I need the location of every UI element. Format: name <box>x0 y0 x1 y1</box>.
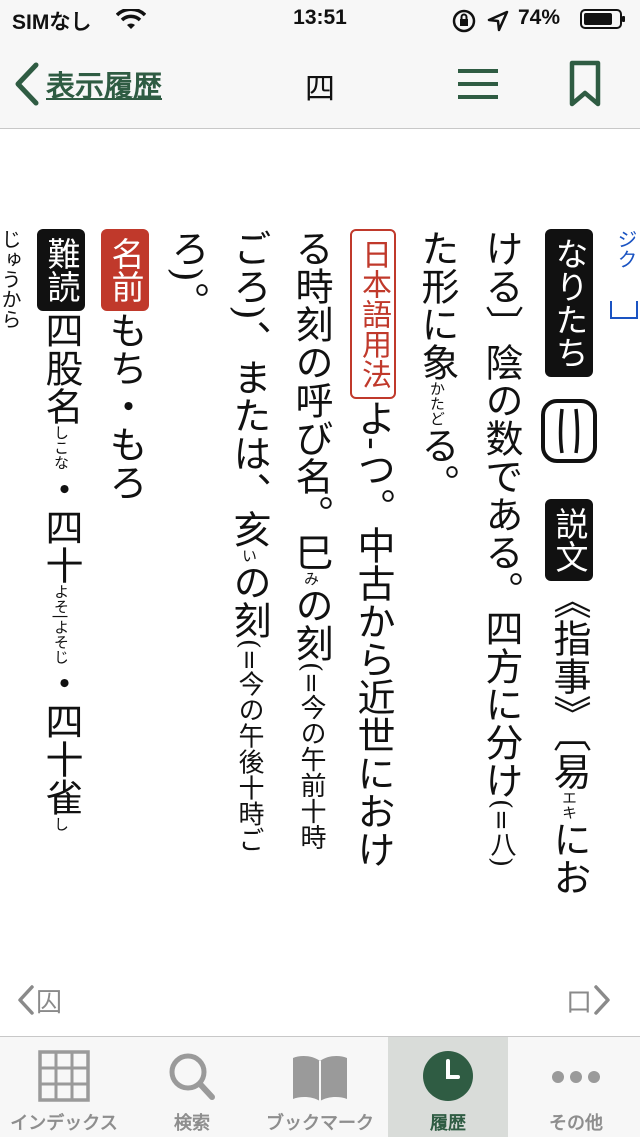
next-entry-button[interactable]: 口 <box>566 980 612 1020</box>
menu-icon[interactable] <box>456 66 500 102</box>
dictionary-entry: ジク なりたち 説文《指事》〔易エキにお ける〕陰の数である。四方に分け(=八)… <box>0 129 640 970</box>
search-icon <box>169 1053 215 1100</box>
reading-ruby: み <box>302 571 320 586</box>
entry-text: にお <box>547 820 591 896</box>
tab-index[interactable]: インデックス <box>0 1037 128 1137</box>
seal-script-glyph <box>541 399 597 464</box>
entry-column-7: ごろ)、または、亥いの刻(=今の午後十時ご <box>218 229 280 853</box>
reading-ruby: い <box>240 547 258 563</box>
entry-text: の刻 <box>227 562 271 639</box>
entry-text: よ-つ。中古から近世におけ <box>351 399 395 868</box>
entry-text: 四股名 <box>39 311 83 425</box>
grid-icon <box>38 1050 90 1102</box>
entry-note: (=八) <box>486 799 516 868</box>
entry-column-10: 難読四股名しこな・四十よそ|よそじ・四十雀し <box>30 229 92 831</box>
tab-label: その他 <box>549 1113 603 1134</box>
bookmark-icon[interactable] <box>568 60 602 108</box>
entry-column-2: 説文《指事》〔易エキにお <box>538 499 600 896</box>
entry-column-8: ろ)。 <box>156 229 218 320</box>
chevron-right-icon <box>594 985 610 1015</box>
next-entry-label: 口 <box>566 987 593 1018</box>
tab-label: 履歴 <box>430 1113 466 1134</box>
reading-ruby: し <box>52 816 70 832</box>
entry-text: 《指事》〔易 <box>547 581 591 790</box>
entry-column-9: 名前もち・もろ <box>94 229 156 501</box>
battery-icon <box>580 9 625 29</box>
entry-note: (=今の午後十時ご <box>234 638 264 853</box>
location-icon <box>487 10 509 32</box>
difficult-reading-tag: 難読 <box>37 229 85 311</box>
entry-text: ごろ)、または、亥 <box>227 229 271 548</box>
japanese-usage-tag: 日本語用法 <box>350 229 396 399</box>
entry-text: ・四十 <box>39 470 83 584</box>
tab-bar: インデックス 検索 ブックマーク 履歴 その他 <box>0 1036 640 1137</box>
origin-tag: なりたち <box>545 229 593 377</box>
entry-text: た形に象 <box>415 229 459 381</box>
reading-ruby: エキ <box>560 790 578 820</box>
entry-column-5: 日本語用法よ-つ。中古から近世におけ <box>342 229 404 868</box>
clock-icon <box>423 1051 473 1101</box>
tab-label: 検索 <box>174 1113 210 1134</box>
tab-bookmarks[interactable]: ブックマーク <box>256 1037 384 1137</box>
name-reading-tag: 名前 <box>101 229 149 311</box>
related-link[interactable]: ジク <box>612 229 640 269</box>
tab-label: インデックス <box>10 1113 118 1134</box>
entry-text: ・四十雀 <box>39 664 83 817</box>
previous-entry-button[interactable]: 囚 <box>16 980 62 1020</box>
entry-text: ろ)。 <box>165 229 209 320</box>
entry-column-6: る時刻の呼び名。巳みの刻(=今の午前十時 <box>280 229 342 850</box>
status-bar: SIMなし 13:51 74% <box>0 0 640 40</box>
entry-column-1: なりたち <box>538 229 600 475</box>
navigation-bar: 表示履歴 四 <box>0 40 640 129</box>
tab-history[interactable]: 履歴 <box>388 1037 508 1137</box>
entry-text: る。 <box>415 426 459 502</box>
book-icon <box>293 1056 347 1101</box>
entry-text: の刻 <box>289 586 333 662</box>
entry-note: (=今の午前十時 <box>296 662 326 850</box>
tab-more[interactable]: その他 <box>512 1037 640 1137</box>
entry-column-partial: じゅうから <box>0 229 22 329</box>
page-title: 四 <box>305 72 335 107</box>
more-icon <box>552 1071 600 1083</box>
reading-ruby: しこな <box>52 425 70 470</box>
link-bracket <box>610 301 638 319</box>
orientation-lock-icon <box>452 9 476 33</box>
reading-ruby: かたど <box>428 381 446 426</box>
entry-text: る時刻の呼び名。巳 <box>289 229 333 571</box>
tab-label: ブックマーク <box>266 1113 374 1134</box>
previous-entry-label: 囚 <box>36 987 63 1018</box>
tab-search[interactable]: 検索 <box>128 1037 256 1137</box>
entry-text: もち・もろ <box>103 311 147 501</box>
entry-column-4: た形に象かたどる。 <box>406 229 468 502</box>
shuowen-tag: 説文 <box>545 499 593 581</box>
entry-text: ける〕陰の数である。四方に分け <box>479 229 523 799</box>
battery-percent: 74% <box>518 6 561 29</box>
reading-ruby: よそ|よそじ <box>52 584 70 665</box>
chevron-left-icon <box>18 985 34 1015</box>
entry-column-3: ける〕陰の数である。四方に分け(=八) <box>470 229 532 867</box>
